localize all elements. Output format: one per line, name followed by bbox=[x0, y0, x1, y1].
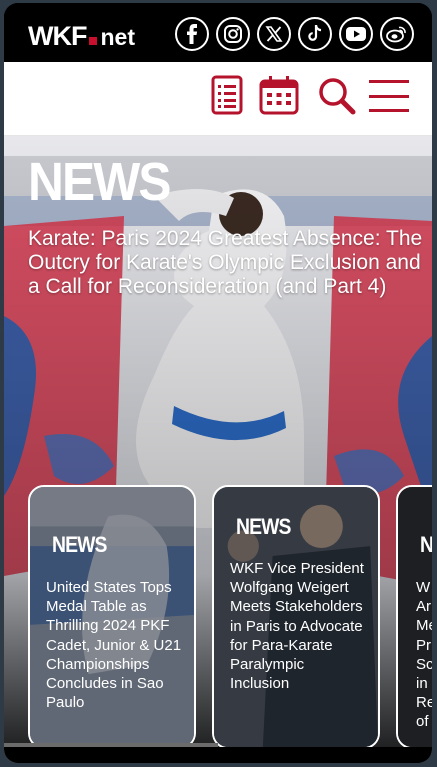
news-card[interactable]: NEWS WKF Vice President Wolfgang Weigert… bbox=[212, 485, 380, 749]
top-bar: WKF net bbox=[4, 3, 432, 62]
x-icon[interactable] bbox=[257, 17, 291, 51]
news-carousel: NEWS United States Tops Medal Table as T… bbox=[4, 485, 432, 763]
weibo-icon[interactable] bbox=[380, 17, 414, 51]
news-card-label: NEWS bbox=[52, 532, 107, 557]
facebook-icon[interactable] bbox=[175, 17, 209, 51]
news-card-label: NEWS bbox=[236, 514, 291, 539]
app-frame: WKF net NEWS Karate: Paris 2024 Greatest… bbox=[4, 3, 432, 763]
calendar-icon[interactable] bbox=[258, 74, 300, 121]
logo-dot bbox=[89, 37, 98, 45]
news-card-title: WKF Vice President Wolfgang Weigert Meet… bbox=[230, 560, 364, 693]
search-icon[interactable] bbox=[317, 76, 357, 121]
news-card-title: W Ar Me Pr Sc in Re of bbox=[416, 579, 432, 731]
social-links bbox=[175, 17, 414, 51]
hero-headline[interactable]: Karate: Paris 2024 Greatest Absence: The… bbox=[28, 227, 423, 299]
youtube-icon[interactable] bbox=[339, 17, 373, 51]
carousel-track bbox=[4, 747, 432, 763]
hero-category-label: NEWS bbox=[28, 152, 172, 212]
carousel-scrollbar[interactable] bbox=[4, 743, 218, 747]
news-card[interactable]: NEWS United States Tops Medal Table as T… bbox=[28, 485, 196, 749]
instagram-icon[interactable] bbox=[216, 17, 250, 51]
news-card-title: United States Tops Medal Table as Thrill… bbox=[46, 579, 182, 712]
logo-suffix: net bbox=[100, 24, 135, 50]
hero-section[interactable]: NEWS Karate: Paris 2024 Greatest Absence… bbox=[4, 136, 432, 763]
logo-main: WKF bbox=[28, 21, 87, 51]
main-nav bbox=[4, 62, 432, 136]
list-icon[interactable] bbox=[210, 74, 244, 121]
site-logo[interactable]: WKF net bbox=[28, 21, 135, 52]
menu-icon[interactable] bbox=[368, 78, 410, 119]
tiktok-icon[interactable] bbox=[298, 17, 332, 51]
news-card-label: N bbox=[420, 532, 432, 557]
news-card[interactable]: N W Ar Me Pr Sc in Re of bbox=[396, 485, 432, 749]
